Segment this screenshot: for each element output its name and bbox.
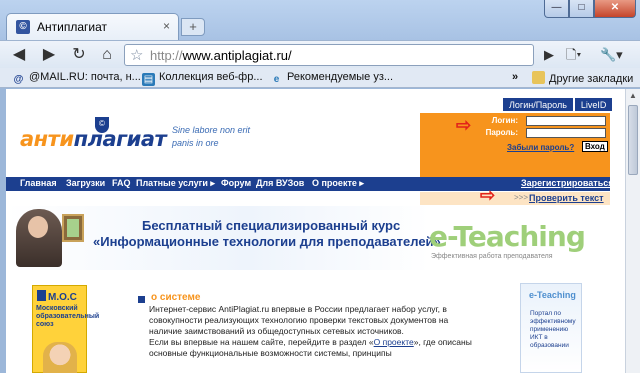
nav-item-downloads[interactable]: Загрузки <box>66 178 105 188</box>
mos-photo <box>43 342 77 373</box>
login-label: Логин: <box>491 116 518 125</box>
check-text-row: ⇨ >>> Проверить текст <box>420 185 610 205</box>
arrow-icon: ⇨ <box>456 115 472 135</box>
bookmark-star-icon[interactable]: ☆ <box>130 46 143 64</box>
bookmark-mailru[interactable]: @ @MAIL.RU: почта, н... <box>12 71 141 86</box>
ie-icon: e <box>273 74 280 85</box>
nav-item-forum[interactable]: Форум <box>221 178 251 188</box>
mos-title: М.О.С <box>37 290 77 303</box>
nav-item-home[interactable]: Главная <box>20 178 57 188</box>
antiplagiat-logo[interactable]: антиплагиат <box>20 127 167 151</box>
scroll-thumb[interactable] <box>628 105 638 175</box>
teacher-photo <box>16 209 62 267</box>
tab-login-password[interactable]: Логин/Пароль <box>502 97 574 112</box>
nav-item-paid-services[interactable]: Платные услуги ▸ <box>136 178 215 189</box>
bookmarks-bar: @ @MAIL.RU: почта, н... ▤ Коллекция веб-фр… <box>0 68 640 88</box>
scroll-up-icon[interactable]: ▲ <box>626 89 640 103</box>
address-url[interactable]: http://www.antiplagiat.ru/ <box>150 48 292 63</box>
bookmark-recommended[interactable]: e Рекомендуемые уз... <box>270 71 393 86</box>
close-window-button[interactable]: ✕ <box>594 0 636 18</box>
about-project-link[interactable]: О проекте <box>374 337 414 347</box>
nav-item-faq[interactable]: FAQ <box>112 178 131 188</box>
minimize-button[interactable]: — <box>544 0 569 18</box>
eteaching-tagline: Эффективная работа преподавателя <box>431 253 553 260</box>
site-nav: Главная Загрузки FAQ Платные услуги ▸ Фо… <box>6 177 613 191</box>
antiplagiat-favicon-icon: © <box>16 20 30 34</box>
home-icon[interactable]: ⌂ <box>96 44 118 66</box>
check-text-link[interactable]: Проверить текст <box>529 193 604 203</box>
banner-line-1: Бесплатный специализированный курс <box>142 218 401 233</box>
login-tabs: Логин/Пароль LiveID <box>502 97 614 112</box>
bookmark-collection[interactable]: ▤ Коллекция веб-фр... <box>142 71 263 86</box>
eteaching-banner[interactable]: Бесплатный специализированный курс «Инфо… <box>6 206 610 270</box>
browser-toolbar: ◀ ▶ ↻ ⌂ ☆ http://www.antiplagiat.ru/ ▶ 🗋… <box>0 40 640 68</box>
wrench-menu-icon[interactable]: 🔧▾ <box>600 44 623 66</box>
enter-button[interactable]: Вход <box>582 141 608 152</box>
maximize-button[interactable]: □ <box>569 0 594 18</box>
tab-title: Антиплагиат <box>37 20 107 34</box>
nav-item-universities[interactable]: Для ВУЗов <box>256 178 304 188</box>
register-link[interactable]: Зарегистрироваться <box>521 178 613 188</box>
side-text: Портал по эффективному применению ИКТ в … <box>530 310 576 349</box>
nav-item-about[interactable]: О проекте ▸ <box>312 178 364 189</box>
about-text: Интернет-сервис AntiPlagiat.ru впервые в… <box>149 304 472 358</box>
password-input[interactable] <box>526 128 606 138</box>
vertical-scrollbar[interactable]: ▲ <box>625 89 640 373</box>
page-viewport: Логин/Пароль LiveID Логин: Пароль: Забыл… <box>6 89 625 373</box>
certificate-icon <box>62 214 84 242</box>
motto: Sine labore non erit panis in ore <box>172 125 251 148</box>
mos-text: Московский образовательный союз <box>36 305 100 328</box>
side-eteaching-logo: e-Teaching <box>529 290 576 300</box>
back-icon[interactable]: ◀ <box>8 44 30 66</box>
collection-icon: ▤ <box>142 73 155 86</box>
login-box: Логин: Пароль: Забыли пароль? Вход ⇨ <box>420 113 610 180</box>
forgot-password-link[interactable]: Забыли пароль? <box>507 143 574 152</box>
window-controls: — □ ✕ <box>544 0 636 18</box>
tab-close-icon[interactable]: × <box>163 19 170 33</box>
password-label: Пароль: <box>485 128 518 137</box>
mail-icon: @ <box>13 74 24 85</box>
mos-banner[interactable]: М.О.С Московский образовательный союз <box>32 285 100 373</box>
about-title: о системе <box>151 292 201 303</box>
square-bullet-icon <box>138 296 145 303</box>
folder-icon <box>532 71 545 84</box>
eteaching-side-banner[interactable]: e-Teaching Портал по эффективному примен… <box>520 283 582 373</box>
arrow-icon: ⇨ <box>480 185 496 205</box>
bookmarks-overflow-button[interactable]: » <box>512 71 518 83</box>
eteaching-logo: e-Teaching <box>429 220 586 253</box>
address-bar[interactable]: ☆ http://www.antiplagiat.ru/ <box>124 44 534 66</box>
login-input[interactable] <box>526 116 606 126</box>
page-menu-icon[interactable]: 🗋▾ <box>566 44 581 66</box>
tab-liveid[interactable]: LiveID <box>573 97 614 112</box>
other-bookmarks-button[interactable]: Другие закладки <box>532 71 633 85</box>
logo-seal-icon: © <box>95 117 109 133</box>
go-icon[interactable]: ▶ <box>544 44 554 66</box>
banner-line-2: «Информационные технологии для преподава… <box>93 234 441 249</box>
browser-tab[interactable]: © Антиплагиат × <box>6 13 179 40</box>
reload-icon[interactable]: ↻ <box>68 44 90 66</box>
title-bar: © Антиплагиат × + — □ ✕ <box>0 0 640 40</box>
forward-icon[interactable]: ▶ <box>38 44 60 66</box>
new-tab-button[interactable]: + <box>181 18 205 36</box>
